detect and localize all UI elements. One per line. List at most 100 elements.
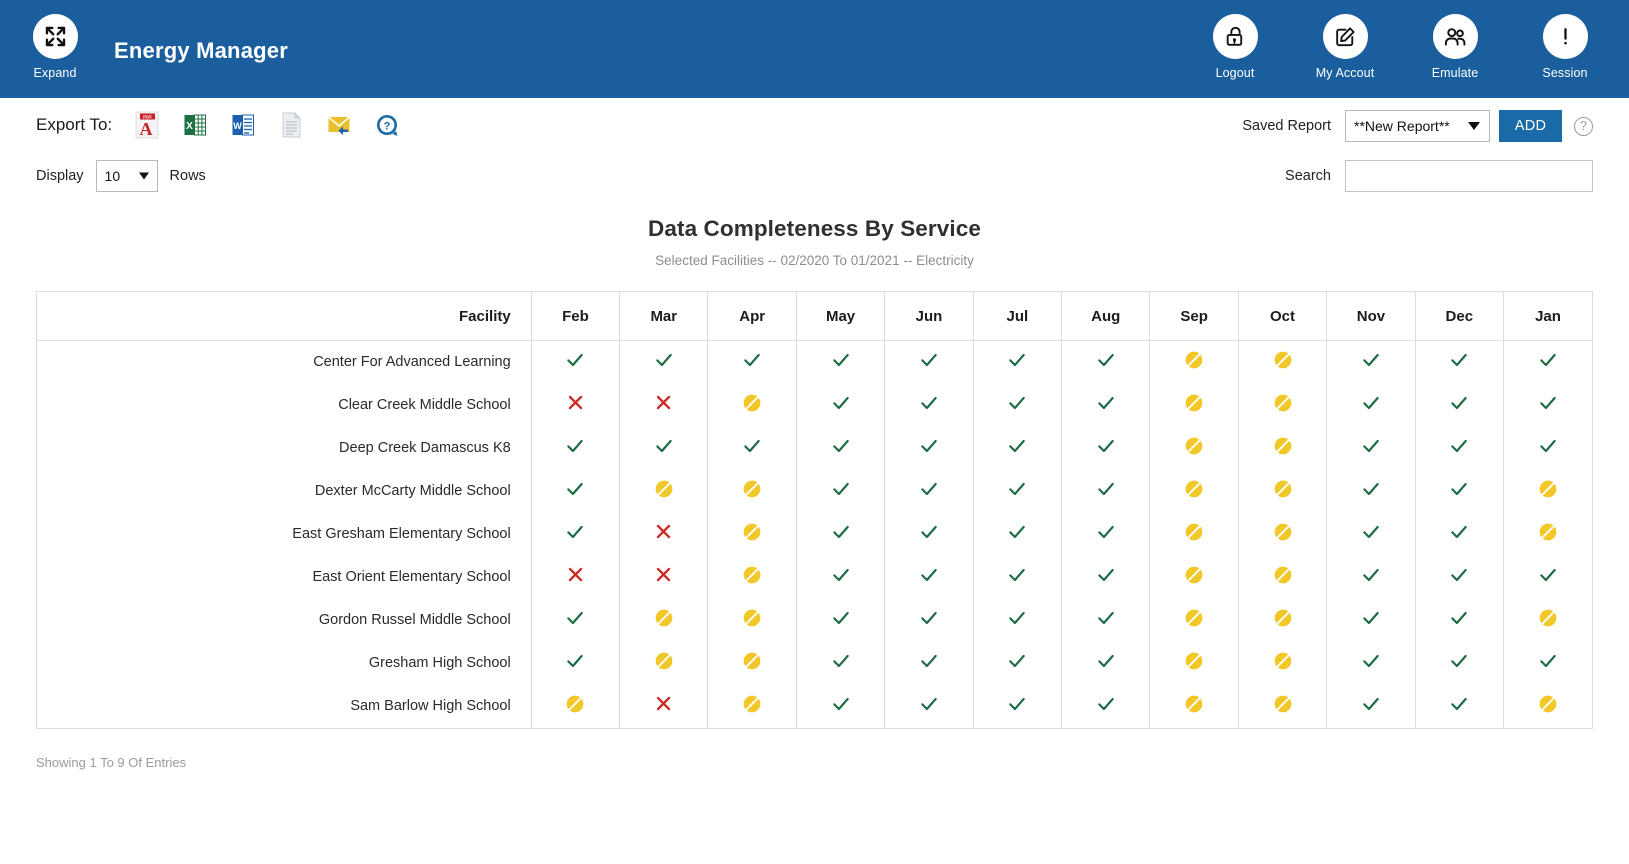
status-cell-dec <box>1415 642 1503 685</box>
data-completeness-table: FacilityFebMarAprMayJunJulAugSepOctNovDe… <box>37 292 1592 728</box>
status-partial-icon <box>742 694 762 714</box>
svg-text:X: X <box>186 121 193 132</box>
status-partial-icon <box>1184 350 1204 370</box>
status-partial-icon <box>1538 479 1558 499</box>
status-cell-dec <box>1415 513 1503 556</box>
status-partial-icon <box>654 651 674 671</box>
status-cell-dec <box>1415 556 1503 599</box>
status-cell-nov <box>1327 642 1415 685</box>
column-header-feb[interactable]: Feb <box>531 292 619 341</box>
chevron-down-icon <box>139 173 149 180</box>
table-body: Center For Advanced LearningClear Creek … <box>37 341 1592 728</box>
status-partial-icon <box>742 522 762 542</box>
status-complete-icon <box>1007 522 1027 542</box>
status-cell-oct <box>1238 470 1326 513</box>
status-complete-icon <box>1361 522 1381 542</box>
status-cell-mar <box>620 685 708 728</box>
logout-button[interactable]: Logout <box>1199 14 1271 80</box>
status-cell-may <box>796 513 884 556</box>
column-header-facility[interactable]: Facility <box>37 292 531 341</box>
status-cell-jun <box>885 341 973 384</box>
status-partial-icon <box>1273 479 1293 499</box>
status-cell-sep <box>1150 685 1238 728</box>
status-cell-jun <box>885 513 973 556</box>
status-cell-jan <box>1504 556 1593 599</box>
status-cell-jun <box>885 599 973 642</box>
status-cell-dec <box>1415 470 1503 513</box>
status-complete-icon <box>1007 436 1027 456</box>
status-cell-oct <box>1238 384 1326 427</box>
status-complete-icon <box>831 350 851 370</box>
edit-square-icon <box>1323 14 1368 59</box>
status-cell-nov <box>1327 599 1415 642</box>
excel-export-icon[interactable]: X <box>182 111 208 139</box>
status-partial-icon <box>1184 479 1204 499</box>
status-partial-icon <box>742 565 762 585</box>
status-complete-icon <box>1096 651 1116 671</box>
facility-name-cell: East Orient Elementary School <box>37 556 531 599</box>
rows-per-page-value: 10 <box>105 168 121 184</box>
expand-button[interactable]: Expand <box>22 14 88 80</box>
status-complete-icon <box>1096 522 1116 542</box>
email-export-icon[interactable] <box>326 111 352 139</box>
status-cell-aug <box>1062 470 1150 513</box>
status-cell-feb <box>531 685 619 728</box>
lock-open-icon <box>1213 14 1258 59</box>
help-icon[interactable]: ? <box>1574 117 1593 136</box>
column-header-may[interactable]: May <box>796 292 884 341</box>
word-export-icon[interactable]: W <box>230 111 256 139</box>
status-cell-aug <box>1062 642 1150 685</box>
session-button[interactable]: Session <box>1529 14 1601 80</box>
status-cell-may <box>796 470 884 513</box>
column-header-jun[interactable]: Jun <box>885 292 973 341</box>
app-title: Energy Manager <box>114 38 288 64</box>
facility-name-cell: Sam Barlow High School <box>37 685 531 728</box>
status-missing-icon <box>654 565 673 584</box>
column-header-dec[interactable]: Dec <box>1415 292 1503 341</box>
status-complete-icon <box>1538 565 1558 585</box>
status-cell-oct <box>1238 427 1326 470</box>
status-cell-feb <box>531 427 619 470</box>
pdf-export-icon[interactable]: PDF A <box>134 111 160 139</box>
status-cell-jul <box>973 341 1061 384</box>
column-header-oct[interactable]: Oct <box>1238 292 1326 341</box>
status-complete-icon <box>1449 651 1469 671</box>
column-header-nov[interactable]: Nov <box>1327 292 1415 341</box>
status-cell-may <box>796 427 884 470</box>
status-partial-icon <box>1538 694 1558 714</box>
status-partial-icon <box>742 479 762 499</box>
column-header-apr[interactable]: Apr <box>708 292 796 341</box>
status-complete-icon <box>1361 479 1381 499</box>
status-cell-jun <box>885 556 973 599</box>
column-header-aug[interactable]: Aug <box>1062 292 1150 341</box>
status-complete-icon <box>919 393 939 413</box>
table-row: Deep Creek Damascus K8 <box>37 427 1592 470</box>
column-header-mar[interactable]: Mar <box>620 292 708 341</box>
status-complete-icon <box>565 522 585 542</box>
status-cell-jul <box>973 513 1061 556</box>
add-button[interactable]: ADD <box>1499 110 1562 142</box>
status-cell-aug <box>1062 556 1150 599</box>
status-cell-aug <box>1062 384 1150 427</box>
search-input[interactable] <box>1345 160 1593 192</box>
my-account-button[interactable]: My Accout <box>1309 14 1381 80</box>
status-missing-icon <box>654 522 673 541</box>
status-cell-jan <box>1504 470 1593 513</box>
status-cell-jun <box>885 470 973 513</box>
column-header-sep[interactable]: Sep <box>1150 292 1238 341</box>
export-toolbar: Export To: PDF A X W <box>0 98 1629 152</box>
search-label: Search <box>1285 168 1331 184</box>
status-cell-nov <box>1327 427 1415 470</box>
status-partial-icon <box>742 393 762 413</box>
emulate-button[interactable]: Emulate <box>1419 14 1491 80</box>
column-header-jul[interactable]: Jul <box>973 292 1061 341</box>
saved-report-select[interactable]: **New Report** <box>1345 110 1490 142</box>
status-cell-apr <box>708 556 796 599</box>
help-export-icon[interactable]: ? <box>374 111 400 139</box>
status-cell-sep <box>1150 341 1238 384</box>
text-export-icon[interactable] <box>278 111 304 139</box>
svg-text:A: A <box>140 119 153 139</box>
column-header-jan[interactable]: Jan <box>1504 292 1593 341</box>
status-cell-dec <box>1415 685 1503 728</box>
rows-per-page-select[interactable]: 10 <box>96 160 158 192</box>
